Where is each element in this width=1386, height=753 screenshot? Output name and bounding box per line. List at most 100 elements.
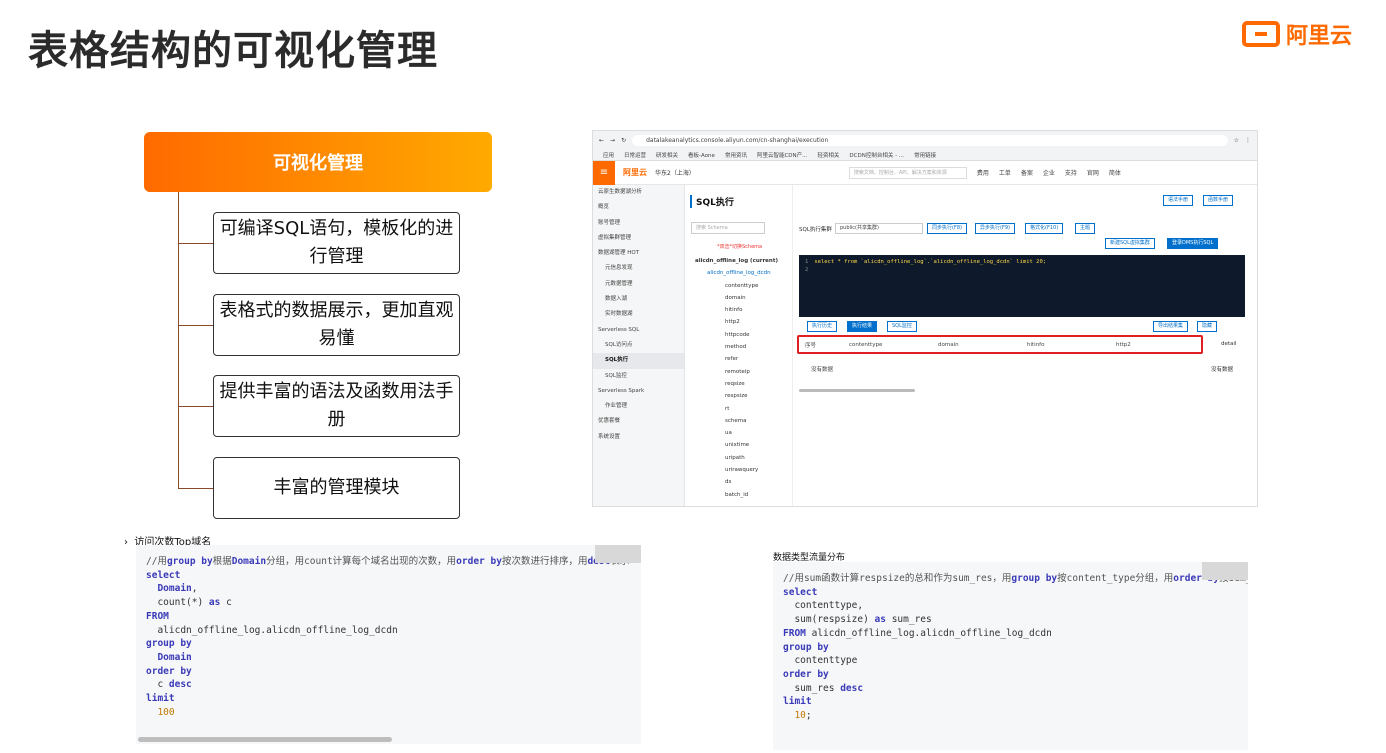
tree-column[interactable]: batch_id bbox=[695, 489, 778, 501]
tree-column[interactable]: schema bbox=[695, 415, 778, 427]
function-manual-button[interactable]: 函数手册 bbox=[1203, 195, 1234, 206]
topnav-link[interactable]: 官网 bbox=[1087, 168, 1099, 177]
console-sidebar: 云原生数据湖分析 概览 账号管理 虚拟集群管理 数据湖管理 HOT 元信息发现 元数据管理数… bbox=[593, 185, 685, 506]
bookmark[interactable]: DCDN控制台相关 - ... bbox=[849, 151, 904, 159]
bookmark[interactable]: 轻资相关 bbox=[817, 151, 839, 159]
sql-editor[interactable]: 1 select * from `alicdn_offline_log`.`ali… bbox=[799, 255, 1245, 317]
sidebar-item[interactable]: Serverless Spark bbox=[593, 384, 684, 399]
copy-icon[interactable] bbox=[1202, 562, 1248, 580]
format-button[interactable]: 格式化(F10) bbox=[1025, 223, 1064, 234]
tree-column[interactable]: hitinfo bbox=[695, 304, 778, 316]
sidebar-item[interactable]: SQL访问点 bbox=[593, 338, 684, 353]
browser-toolbar: ← → ↻ datalakeanalytics.console.aliyun.c… bbox=[593, 131, 1257, 149]
back-icon[interactable]: ← bbox=[599, 137, 604, 144]
code-block-top-domains[interactable]: //用group by根据Domain分组，用count计算每个域名出现的次数，… bbox=[136, 545, 641, 744]
sidebar-item[interactable]: 元信息发现 bbox=[593, 261, 684, 276]
detail-header: detail bbox=[1221, 341, 1237, 347]
topnav-link[interactable]: 企业 bbox=[1043, 168, 1055, 177]
menu-icon[interactable]: ⋮ bbox=[1245, 137, 1251, 144]
schema-search-input[interactable]: 搜索 Schema bbox=[691, 222, 765, 234]
code-scrollbar[interactable] bbox=[138, 737, 392, 742]
sidebar-item[interactable]: Serverless SQL bbox=[593, 323, 684, 338]
tree-column[interactable]: uripath bbox=[695, 452, 778, 464]
copy-icon[interactable] bbox=[595, 545, 641, 563]
topnav-link[interactable]: 备案 bbox=[1021, 168, 1033, 177]
dms-exec-button[interactable]: 登录DMS执行SQL bbox=[1167, 238, 1219, 249]
schema-tree-panel: SQL执行 搜索 Schema *双击*切换Schema alicdn_offl… bbox=[685, 185, 793, 506]
bookmark[interactable]: 常用资讯 bbox=[725, 151, 747, 159]
topnav-link[interactable]: 工单 bbox=[999, 168, 1011, 177]
tree-column[interactable]: method bbox=[695, 341, 778, 353]
sidebar-item[interactable]: 元数据管理 bbox=[593, 277, 684, 292]
console-screenshot: ← → ↻ datalakeanalytics.console.aliyun.c… bbox=[592, 130, 1258, 507]
console-search-input[interactable]: 搜索文档、控制台、API、解决方案和资源 bbox=[848, 166, 967, 179]
tab-results[interactable]: 执行结果 bbox=[847, 321, 878, 332]
bookmark[interactable]: 研发相关 bbox=[656, 151, 678, 159]
theme-button[interactable]: 主题 bbox=[1075, 223, 1096, 234]
tab-history[interactable]: 执行历史 bbox=[807, 321, 838, 332]
tree-column[interactable]: unixtime bbox=[695, 439, 778, 451]
code-block-type-traffic[interactable]: //用sum函数计算respsize的总和作为sum_res，用group by… bbox=[773, 562, 1248, 750]
vc-select[interactable]: public(共享集群) bbox=[835, 223, 923, 234]
console-brand[interactable]: 阿里云 bbox=[623, 167, 647, 178]
export-button[interactable]: 导出结果集 bbox=[1153, 321, 1189, 332]
async-exec-button[interactable]: 异步执行(F9) bbox=[975, 223, 1015, 234]
sidebar-item[interactable]: 概览 bbox=[593, 200, 684, 215]
tree-column[interactable]: urirawquery bbox=[695, 464, 778, 476]
column-header: hitinfo bbox=[1027, 341, 1045, 348]
tree-column[interactable]: remoteip bbox=[695, 366, 778, 378]
tree-column[interactable]: contenttype bbox=[695, 280, 778, 292]
tree-column[interactable]: ua bbox=[695, 427, 778, 439]
tree-table[interactable]: alicdn_offline_log_dcdn bbox=[695, 267, 778, 279]
tree-column[interactable]: respsize bbox=[695, 390, 778, 402]
column-header: domain bbox=[938, 341, 959, 348]
tree-column[interactable]: domain bbox=[695, 292, 778, 304]
reload-icon[interactable]: ↻ bbox=[621, 137, 626, 144]
forward-icon[interactable]: → bbox=[610, 137, 615, 144]
sidebar-item[interactable]: 作业管理 bbox=[593, 399, 684, 414]
tab-monitor[interactable]: SQL监控 bbox=[887, 321, 917, 332]
bookmark[interactable]: 看板-Aone bbox=[688, 151, 715, 159]
result-header: 序号 contenttype domain hitinfo http2 bbox=[797, 335, 1203, 354]
sidebar-item[interactable]: 云原生数据湖分析 bbox=[593, 185, 684, 200]
topnav-link[interactable]: 费用 bbox=[977, 168, 989, 177]
tree-column[interactable]: ds bbox=[695, 476, 778, 488]
page-title: 表格结构的可视化管理 bbox=[28, 28, 438, 74]
sidebar-item[interactable]: SQL执行 bbox=[593, 353, 684, 369]
sidebar-item[interactable]: 系统设置 bbox=[593, 430, 684, 445]
mindmap-item: 提供丰富的语法及函数用法手册 bbox=[213, 375, 460, 437]
tree-column[interactable]: refer bbox=[695, 353, 778, 365]
tree-table[interactable]: alicdn_offline_log (current) bbox=[695, 255, 778, 267]
no-data-text: 没有数据 bbox=[811, 367, 834, 373]
mindmap-branch bbox=[178, 325, 213, 326]
sidebar-item[interactable]: SQL监控 bbox=[593, 369, 684, 384]
horizontal-scrollbar[interactable] bbox=[799, 389, 915, 392]
topnav-link[interactable]: 支持 bbox=[1065, 168, 1077, 177]
sidebar-item[interactable]: 数据入湖 bbox=[593, 292, 684, 307]
star-icon[interactable]: ☆ bbox=[1234, 137, 1239, 144]
sidebar-item[interactable]: 数据湖管理 HOT bbox=[593, 246, 684, 261]
hamburger-icon[interactable]: ≡ bbox=[593, 160, 615, 185]
tree-column[interactable]: http2 bbox=[695, 316, 778, 328]
sync-exec-button[interactable]: 同步执行(F8) bbox=[927, 223, 967, 234]
mindmap-connector bbox=[178, 192, 179, 488]
bookmark[interactable]: 日常运营 bbox=[624, 151, 646, 159]
tree-column[interactable]: reqsize bbox=[695, 378, 778, 390]
syntax-manual-button[interactable]: 语法手册 bbox=[1163, 195, 1194, 206]
bookmark[interactable]: 阿里云智能CDN产... bbox=[757, 151, 807, 159]
tree-column[interactable]: rt bbox=[695, 403, 778, 415]
topnav-link[interactable]: 简体 bbox=[1109, 168, 1121, 177]
new-vc-button[interactable]: 新建SQL虚拟集群 bbox=[1105, 238, 1155, 249]
bookmark[interactable]: 应用 bbox=[603, 151, 614, 159]
tree-column[interactable]: httpcode bbox=[695, 329, 778, 341]
sidebar-item[interactable]: 虚拟集群管理 bbox=[593, 231, 684, 246]
aliyun-logo: 阿里云 bbox=[1242, 18, 1352, 50]
sidebar-item[interactable]: 优惠套餐 bbox=[593, 414, 684, 429]
sidebar-item[interactable]: 实时数据湖 bbox=[593, 307, 684, 322]
sidebar-item[interactable]: 账号管理 bbox=[593, 216, 684, 231]
mindmap-branch bbox=[178, 406, 213, 407]
region-select[interactable]: 华东2（上海） bbox=[655, 168, 695, 177]
bookmark[interactable]: 常用链接 bbox=[914, 151, 936, 159]
address-bar[interactable]: datalakeanalytics.console.aliyun.com/cn-… bbox=[632, 134, 1228, 146]
hide-button[interactable]: 隐藏 bbox=[1197, 321, 1218, 332]
